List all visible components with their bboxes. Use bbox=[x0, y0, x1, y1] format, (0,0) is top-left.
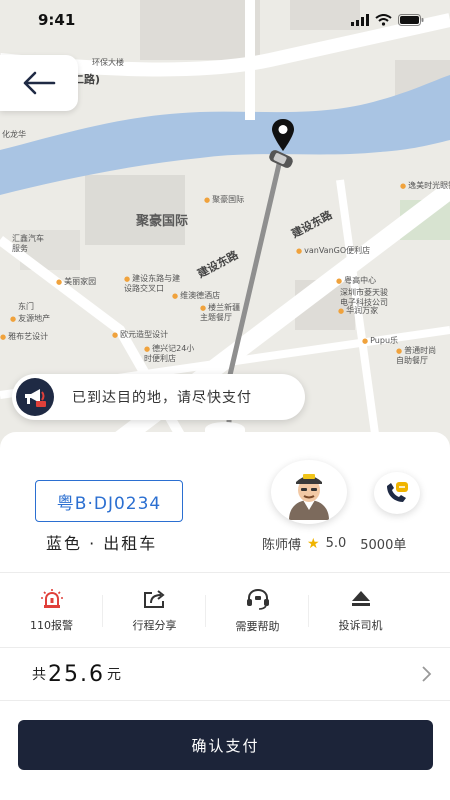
arrival-notice-text: 已到达目的地，请尽快支付 bbox=[72, 390, 252, 406]
back-button[interactable] bbox=[0, 55, 78, 111]
driver-orders: 5000单 bbox=[360, 538, 407, 553]
map-label-ling-tech: 深圳市菱天骏 电子科技公司 bbox=[340, 288, 388, 307]
trip-bottom-sheet: 粤B·DJ0234 蓝色 · 出租车 陈师傅 ★ 5.0 5000单 110报警… bbox=[0, 422, 450, 800]
map-label-juhao-plaza: 聚豪国际 bbox=[136, 214, 189, 229]
price-prefix: 共 bbox=[32, 667, 46, 683]
status-bar: 9:41 bbox=[0, 0, 450, 40]
action-label: 行程分享 bbox=[132, 619, 177, 632]
map-label-huixin: 汇鑫汽车 服务 bbox=[12, 234, 44, 253]
alarm-icon bbox=[40, 589, 63, 608]
map-label-dilan: 楼兰新疆 主题餐厅 bbox=[200, 303, 240, 322]
help-headset-icon bbox=[246, 588, 269, 610]
confirm-pay-button[interactable]: 确认支付 bbox=[18, 720, 433, 770]
driver-info: 陈师傅 ★ 5.0 5000单 bbox=[262, 534, 407, 554]
battery-icon bbox=[398, 14, 424, 26]
action-label: 需要帮助 bbox=[235, 620, 280, 633]
action-bar: 110报警 行程分享 需要帮助 投诉司机 bbox=[0, 575, 450, 647]
action-110-alarm[interactable]: 110报警 bbox=[0, 575, 103, 647]
phone-icon bbox=[387, 482, 408, 502]
map-label-dexing: 德兴记24小 时便利店 bbox=[144, 344, 194, 363]
map-label-vanvango: vanVanGO便利店 bbox=[296, 246, 370, 256]
action-label: 110报警 bbox=[30, 619, 73, 632]
map-label-pupu: Pupu乐 bbox=[362, 336, 398, 346]
map-label-yaya: 雅布艺设计 bbox=[0, 332, 48, 342]
map-label-weiao-hotel: 维澳德酒店 bbox=[172, 291, 220, 301]
map-label-putong: 普通时尚 自助餐厅 bbox=[396, 346, 436, 365]
driver-avatar[interactable] bbox=[271, 460, 347, 524]
driver-rating: 5.0 bbox=[325, 536, 347, 551]
wifi-icon bbox=[375, 14, 392, 26]
map-label-yuehao: 粤高中心 bbox=[336, 276, 376, 286]
call-driver-button[interactable] bbox=[374, 472, 420, 514]
arrow-left-icon bbox=[23, 71, 56, 95]
license-plate: 粤B·DJ0234 bbox=[35, 480, 183, 522]
map-label-longhua: 化龙华 bbox=[2, 130, 26, 139]
destination-pin-icon bbox=[272, 119, 294, 151]
map-label-juhao-poi: 聚豪国际 bbox=[204, 195, 244, 205]
action-share-trip[interactable]: 行程分享 bbox=[103, 575, 206, 647]
status-time: 9:41 bbox=[38, 11, 76, 29]
driver-section: 粤B·DJ0234 蓝色 · 出租车 陈师傅 ★ 5.0 5000单 bbox=[0, 432, 450, 572]
map-label-youyuan: 友源地产 bbox=[10, 314, 50, 324]
driver-avatar-icon bbox=[289, 474, 329, 520]
action-need-help[interactable]: 需要帮助 bbox=[206, 575, 309, 647]
complaint-icon bbox=[351, 591, 370, 606]
driver-name: 陈师傅 bbox=[262, 538, 302, 553]
price-unit: 元 bbox=[106, 667, 121, 683]
map-label-yimei: 逸美时光眼镜 bbox=[400, 181, 450, 191]
chevron-right-icon bbox=[422, 666, 432, 682]
action-complain-driver[interactable]: 投诉司机 bbox=[309, 575, 412, 647]
arrival-notice: 已到达目的地，请尽快支付 bbox=[12, 374, 305, 420]
taxi-car-icon bbox=[269, 150, 293, 168]
price-row[interactable]: 共 25.6 元 bbox=[0, 648, 450, 700]
megaphone-icon bbox=[16, 378, 54, 416]
car-description: 蓝色 · 出租车 bbox=[46, 534, 158, 553]
map-label-oulong: 欧元造型设计 bbox=[112, 330, 168, 340]
divider bbox=[0, 700, 450, 701]
price-amount: 25.6 bbox=[48, 661, 105, 687]
status-icons bbox=[351, 14, 424, 26]
map-label-env-building: 环保大楼 bbox=[92, 58, 124, 67]
map-label-huarun: 华润万家 bbox=[338, 306, 378, 316]
share-icon bbox=[143, 590, 165, 608]
star-icon: ★ bbox=[307, 535, 320, 552]
map-label-meili: 美丽家园 bbox=[56, 277, 96, 287]
map-label-east-gate: 东门 bbox=[18, 302, 34, 311]
action-label: 投诉司机 bbox=[338, 619, 383, 632]
divider bbox=[0, 572, 450, 573]
cellular-signal-icon bbox=[351, 14, 369, 26]
